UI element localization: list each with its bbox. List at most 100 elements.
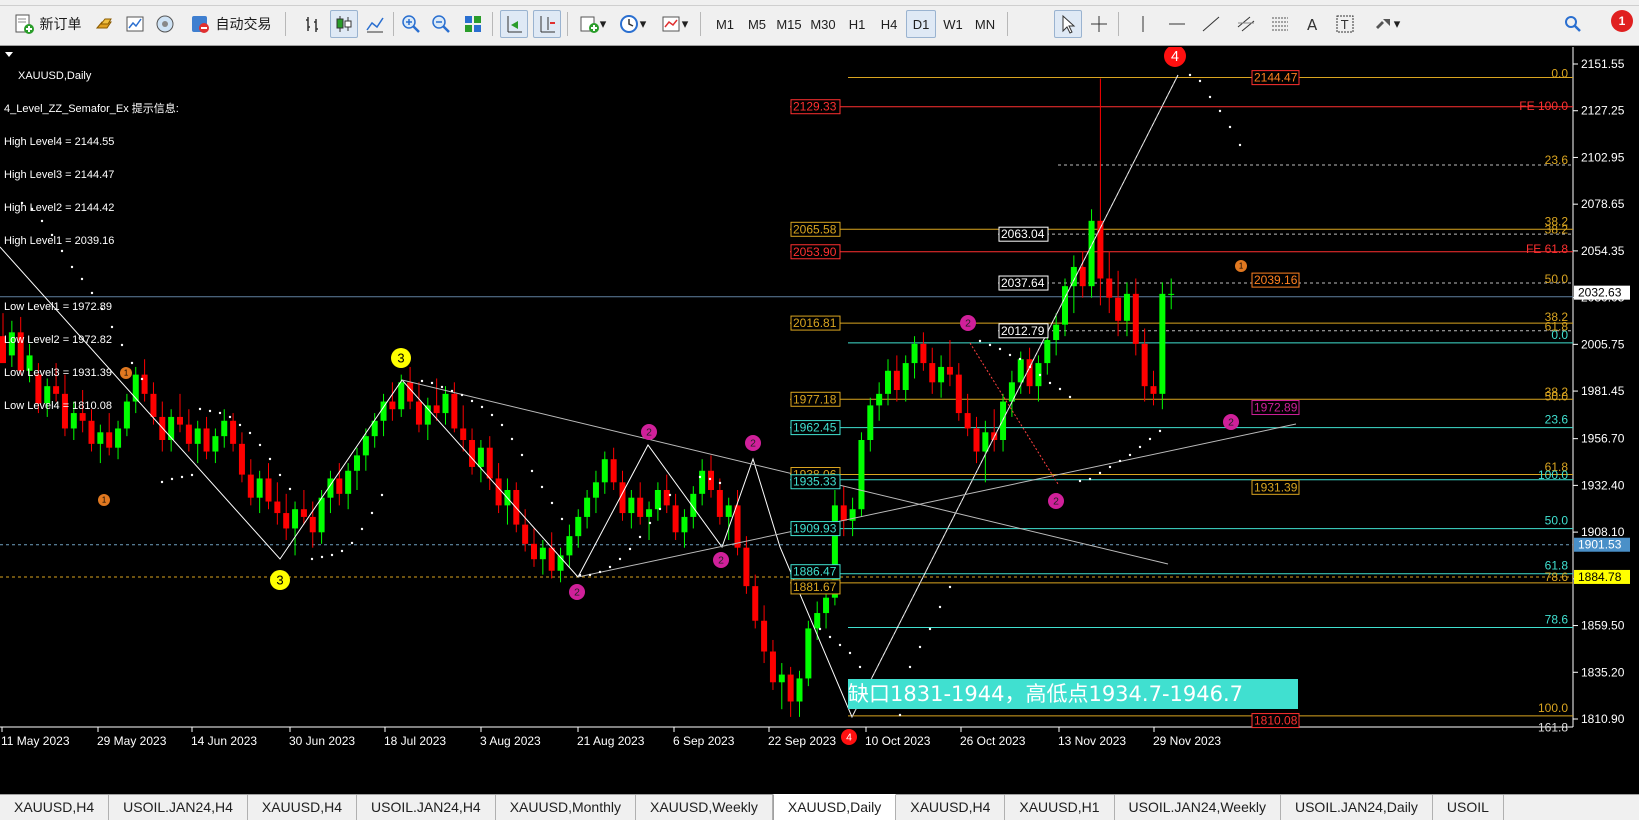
trendline-icon	[1200, 13, 1222, 35]
candle-body	[345, 470, 352, 494]
timeframe-d1-button[interactable]: D1	[906, 10, 936, 38]
candle-body	[477, 447, 484, 467]
text-button[interactable]: A	[1300, 10, 1326, 38]
arrows-dropdown[interactable]: ▾	[1366, 10, 1406, 38]
date-tick-label: 10 Oct 2023	[865, 734, 931, 748]
price-tick-label: 1835.20	[1581, 665, 1625, 679]
timeframe-m5-button[interactable]: M5	[742, 10, 772, 38]
fib-label: 23.6	[1545, 413, 1569, 427]
data-window-button[interactable]	[122, 10, 148, 38]
chart-tab[interactable]: USOIL.JAN24,Daily	[1281, 795, 1433, 820]
chart-canvas[interactable]: 111334422222222129.332065.582053.902016.…	[0, 47, 1639, 794]
sar-dot	[160, 480, 164, 484]
chart-tab[interactable]: USOIL.JAN24,H4	[357, 795, 496, 820]
chart-tab[interactable]: XAUUSD,H4	[0, 795, 110, 820]
sar-dot	[1098, 471, 1102, 475]
chart-window-icon	[124, 13, 146, 35]
level-box-label: 2037.64	[1001, 276, 1045, 290]
line-chart-button[interactable]	[362, 10, 388, 38]
sar-dot	[948, 585, 952, 589]
timeframe-mn-button[interactable]: MN	[970, 10, 1000, 38]
candle-body	[743, 547, 750, 587]
timeframe-h4-button[interactable]: H4	[874, 10, 904, 38]
tile-windows-button[interactable]	[460, 10, 486, 38]
timeframe-label: H1	[848, 16, 866, 32]
collapse-arrow-icon[interactable]	[5, 52, 13, 57]
chevron-down-icon: ▾	[599, 16, 607, 31]
candle-body	[185, 424, 192, 444]
timeframe-w1-button[interactable]: W1	[938, 10, 968, 38]
chart-tab[interactable]: XAUUSD,Daily	[772, 794, 897, 820]
market-watch-button[interactable]	[92, 10, 118, 38]
level-box-label: 1972.89	[1254, 401, 1298, 415]
auto-scroll-button[interactable]	[500, 10, 528, 38]
timeframe-m15-button[interactable]: M15	[774, 10, 804, 38]
sar-dot	[320, 555, 324, 559]
navigator-button[interactable]	[152, 10, 178, 38]
periods-dropdown[interactable]: ▾	[614, 10, 650, 38]
new-order-button[interactable]: 新订单	[6, 10, 88, 38]
gap-annotation: 缺口1831-1944，高低点1934.7-1946.7	[848, 679, 1298, 709]
text-label-button[interactable]: T	[1332, 10, 1358, 38]
cursor-button[interactable]	[1054, 10, 1082, 38]
price-tick-label: 2102.95	[1581, 150, 1625, 164]
chart-tab[interactable]: XAUUSD,H4	[896, 795, 1006, 820]
chart-tab[interactable]: USOIL	[1433, 795, 1504, 820]
vertical-line-button[interactable]	[1130, 10, 1156, 38]
chart-tab[interactable]: XAUUSD,H1	[1005, 795, 1115, 820]
search-button[interactable]	[1560, 10, 1586, 38]
svg-text:A: A	[1307, 16, 1318, 34]
horizontal-line-button[interactable]	[1164, 10, 1190, 38]
channel-button[interactable]	[1232, 10, 1260, 38]
fibonacci-button[interactable]	[1266, 10, 1294, 38]
candle-body	[336, 478, 343, 494]
candle-body	[486, 447, 493, 479]
level-box-label: 1931.39	[1254, 480, 1298, 494]
sar-dot	[530, 469, 534, 473]
chart-shift-button[interactable]	[533, 10, 561, 38]
sar-dot	[628, 547, 632, 551]
timeframe-h1-button[interactable]: H1	[842, 10, 872, 38]
trend-line	[577, 423, 1297, 578]
crosshair-button[interactable]	[1086, 10, 1112, 38]
sar-dot	[228, 415, 232, 419]
notification-badge[interactable]: 1	[1611, 10, 1633, 32]
auto-trade-button[interactable]: 自动交易	[184, 10, 276, 38]
price-chart[interactable]: 1 1 1 3 3 4 4 2 2 2 2 2 2 2 2129.33 2065.58 2053.90 2016.…	[0, 47, 1639, 794]
level-box-label: 2016.81	[793, 316, 837, 330]
price-tick-label: 1859.50	[1581, 619, 1625, 633]
sar-dot	[278, 473, 282, 477]
timeframe-label: MN	[974, 16, 996, 32]
sar-dot	[540, 485, 544, 489]
toolbar-separator	[285, 12, 286, 36]
candle-body	[283, 513, 290, 529]
chart-tab[interactable]: XAUUSD,Weekly	[636, 795, 773, 820]
indicators-dropdown[interactable]: ▾	[574, 10, 610, 38]
date-tick-label: 18 Jul 2023	[384, 734, 446, 748]
svg-text:T: T	[1340, 18, 1349, 32]
bar-chart-button[interactable]	[300, 10, 326, 38]
semafor-label: 2	[718, 556, 724, 567]
trendline-button[interactable]	[1198, 10, 1224, 38]
chart-tab[interactable]: USOIL.JAN24,H4	[109, 795, 248, 820]
candle-body	[1141, 343, 1148, 387]
candle-body	[902, 363, 909, 391]
candle-body	[911, 343, 918, 364]
chart-tab[interactable]: XAUUSD,Monthly	[496, 795, 636, 820]
timeframe-m30-button[interactable]: M30	[808, 10, 838, 38]
candlestick-chart-button[interactable]	[330, 10, 358, 38]
templates-dropdown[interactable]: ▾	[656, 10, 692, 38]
sar-dot	[918, 645, 922, 649]
candle-body	[1079, 266, 1086, 287]
sar-dot	[380, 493, 384, 497]
cursor-arrow-icon	[1057, 13, 1079, 35]
price-tag-label: 1884.78	[1578, 570, 1622, 584]
candle-body	[1132, 293, 1139, 344]
zoom-out-button[interactable]	[428, 10, 454, 38]
zoom-in-button[interactable]	[398, 10, 424, 38]
candle-body	[1017, 359, 1024, 383]
timeframe-m1-button[interactable]: M1	[710, 10, 740, 38]
chart-tab[interactable]: XAUUSD,H4	[248, 795, 357, 820]
sar-dot	[838, 643, 842, 647]
chart-tab[interactable]: USOIL.JAN24,Weekly	[1115, 795, 1281, 820]
